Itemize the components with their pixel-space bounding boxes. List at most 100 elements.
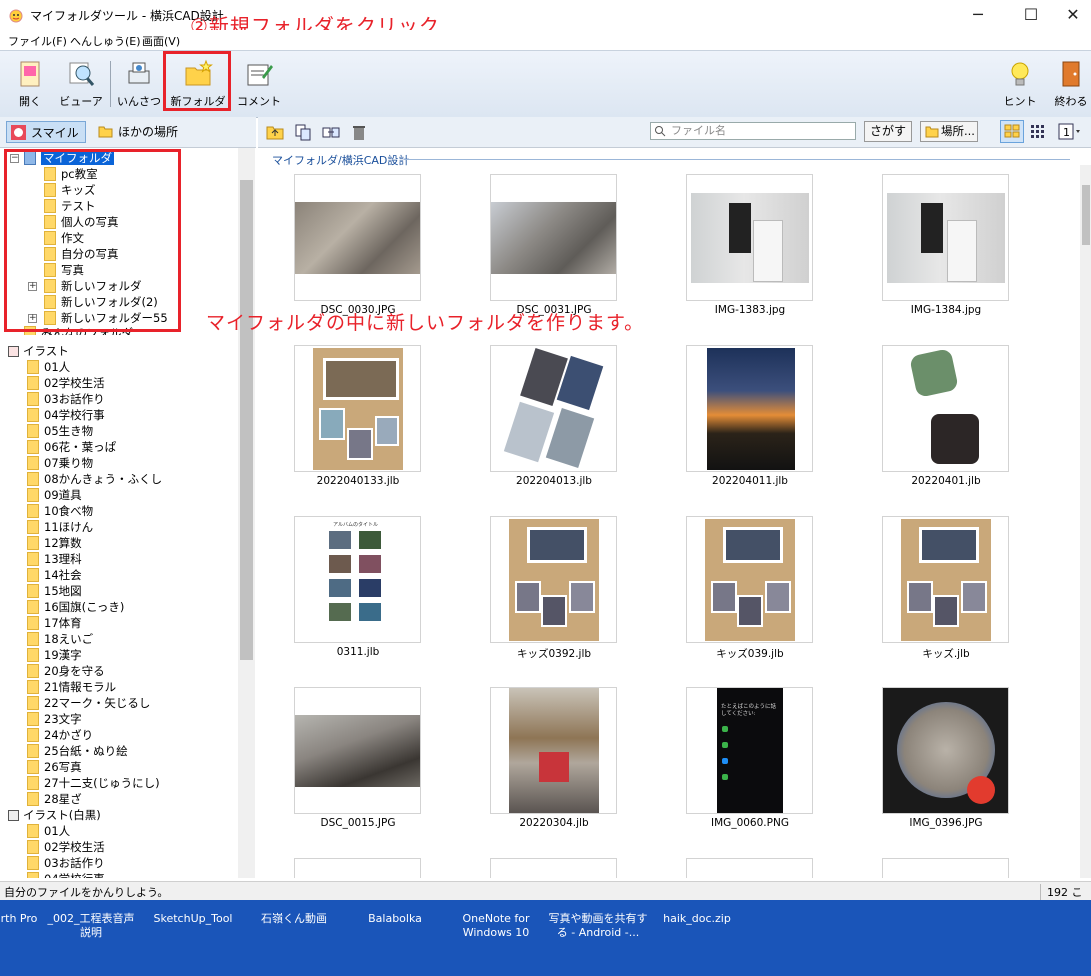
file-thumbnail-img1384[interactable] (882, 174, 1009, 301)
tree-item[interactable]: 06花・葉っぱ (27, 439, 116, 455)
print-button[interactable]: いんさつ (114, 57, 164, 113)
tree-item[interactable]: 13理科 (27, 551, 82, 567)
file-thumbnail-dsc0030[interactable] (294, 174, 421, 301)
grid-scrollbar-thumb[interactable] (1082, 185, 1090, 245)
folder-icon (27, 536, 39, 550)
folder-icon (27, 680, 39, 694)
desktop-item[interactable]: OneNote for Windows 10 (451, 912, 541, 940)
tree-item[interactable]: 24かざり (27, 727, 93, 743)
tree-scrollbar-thumb[interactable] (240, 180, 253, 660)
file-thumbnail-img1383[interactable] (686, 174, 813, 301)
file-thumbnail-img0396[interactable] (882, 687, 1009, 814)
comment-button[interactable]: コメント (234, 57, 284, 113)
viewer-button[interactable]: ビューア (56, 57, 106, 113)
file-name: 2022040133.jlb (316, 475, 400, 487)
tree-item[interactable]: 16国旗(こっき) (27, 599, 124, 615)
tree-item[interactable]: 01人 (27, 359, 70, 375)
file-thumbnail-partial[interactable] (294, 858, 421, 878)
desktop-item[interactable]: SketchUp_Tool (148, 912, 238, 926)
menu-edit[interactable]: へんしゅう(E) (70, 33, 141, 49)
tree-item-illust[interactable]: イラスト (8, 343, 69, 359)
sort-dropdown-icon[interactable]: 1 (1058, 123, 1084, 141)
file-thumbnail-partial[interactable] (882, 858, 1009, 878)
file-thumbnail-kids[interactable] (882, 516, 1009, 643)
open-button[interactable]: 開く (8, 57, 52, 113)
tree-item[interactable]: 23文字 (27, 711, 82, 727)
tree-item[interactable]: 03お話作り (27, 855, 105, 871)
menu-view[interactable]: 画面(V) (142, 33, 180, 49)
tree-item[interactable]: 14社会 (27, 567, 82, 583)
tree-item[interactable]: 22マーク・矢じるし (27, 695, 150, 711)
file-thumbnail-dsc0015[interactable] (294, 687, 421, 814)
tree-item[interactable]: 07乗り物 (27, 455, 93, 471)
desktop-item[interactable]: 写真や動画を共有する - Android -... (548, 912, 648, 940)
tree-item[interactable]: 10食べ物 (27, 503, 93, 519)
tree-item[interactable]: 21情報モラル (27, 679, 116, 695)
tree-item[interactable]: 02学校生活 (27, 375, 105, 391)
tree-item[interactable]: 11ほけん (27, 519, 93, 535)
list-view-icon[interactable] (1030, 123, 1048, 141)
tree-item[interactable]: 04学校行事 (27, 871, 105, 878)
file-thumbnail-kids039[interactable] (686, 516, 813, 643)
tree-item[interactable]: 25台紙・ぬり絵 (27, 743, 128, 759)
folder-icon (27, 584, 39, 598)
tree-item[interactable]: 20身を守る (27, 663, 105, 679)
file-thumbnail-0311[interactable]: アルバムのタイトル (294, 516, 421, 643)
menu-file[interactable]: ファイル(F) (8, 33, 67, 49)
tree-item[interactable]: 05生き物 (27, 423, 93, 439)
tree-item[interactable]: 09道具 (27, 487, 82, 503)
tree-item[interactable]: 12算数 (27, 535, 82, 551)
tree-item[interactable]: 02学校生活 (27, 839, 105, 855)
tree-item[interactable]: 27十二支(じゅうにし) (27, 775, 160, 791)
file-thumbnail-2022040133[interactable] (294, 345, 421, 472)
tree-item[interactable]: 03お話作り (27, 391, 105, 407)
desktop-item[interactable]: haik_doc.zip (652, 912, 742, 926)
tree-item[interactable]: 15地図 (27, 583, 82, 599)
tree-item[interactable]: 26写真 (27, 759, 82, 775)
maximize-button[interactable]: ☐ (1008, 0, 1054, 30)
file-thumbnail-kids0392[interactable] (490, 516, 617, 643)
photo-image (295, 202, 420, 274)
viewer-label: ビューア (59, 95, 103, 108)
file-thumbnail-img0060[interactable]: たとえばこのように話してください: (686, 687, 813, 814)
file-thumbnail-20220401[interactable] (882, 345, 1009, 472)
move-icon[interactable] (322, 123, 340, 141)
copy-icon[interactable] (294, 123, 312, 141)
grid-scrollbar[interactable] (1080, 165, 1091, 878)
trash-icon[interactable] (350, 123, 368, 141)
tree-item[interactable]: 28星ざ (27, 791, 82, 807)
search-input[interactable]: ファイル名 (650, 122, 856, 140)
desktop-item[interactable]: Balabolka (350, 912, 440, 926)
annotation-highlight-new-folder (163, 51, 231, 111)
file-name: キッズ039.jlb (716, 648, 784, 660)
tree-item[interactable]: 19漢字 (27, 647, 82, 663)
file-thumbnail-partial[interactable] (490, 858, 617, 878)
search-button[interactable]: さがす (864, 121, 912, 142)
album-photo (359, 531, 381, 549)
place-button[interactable]: 場所... (920, 121, 978, 142)
hint-button[interactable]: ヒント (998, 57, 1042, 113)
album-photo (541, 595, 567, 627)
folder-icon (27, 552, 39, 566)
file-thumbnail-partial[interactable] (686, 858, 813, 878)
file-thumbnail-20220304[interactable] (490, 687, 617, 814)
tree-item-illust-bw[interactable]: イラスト(白黒) (8, 807, 101, 823)
close-button[interactable]: ✕ (1050, 0, 1091, 30)
photo-sign (753, 220, 783, 282)
tree-item[interactable]: 18えいご (27, 631, 93, 647)
smile-tab[interactable]: スマイル (6, 121, 86, 143)
view-large-icons-button[interactable] (1000, 120, 1024, 143)
other-location-tab[interactable]: ほかの場所 (94, 121, 208, 143)
file-thumbnail-202204013[interactable] (490, 345, 617, 472)
tree-item[interactable]: 04学校行事 (27, 407, 105, 423)
file-thumbnail-dsc0031[interactable] (490, 174, 617, 301)
file-thumbnail-202204011[interactable] (686, 345, 813, 472)
exit-button[interactable]: 終わる (1048, 57, 1091, 113)
folder-up-icon[interactable] (266, 123, 284, 141)
tree-item[interactable]: 17体育 (27, 615, 82, 631)
minimize-button[interactable]: ─ (955, 0, 1001, 30)
desktop-item[interactable]: _002_工程表音声説明 (46, 912, 136, 940)
tree-item[interactable]: 01人 (27, 823, 70, 839)
tree-item[interactable]: 08かんきょう・ふくし (27, 471, 162, 487)
desktop-item[interactable]: 石嶺くん動画 (249, 912, 339, 926)
